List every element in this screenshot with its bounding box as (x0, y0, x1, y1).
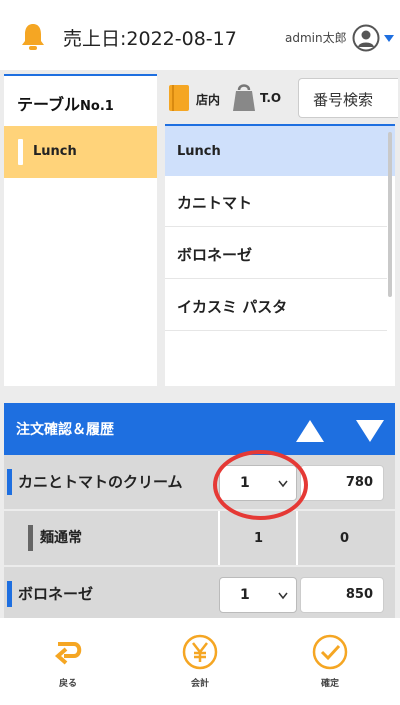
user-avatar-icon[interactable] (352, 24, 380, 52)
yen-icon (182, 634, 218, 670)
menu-list: Lunch カニトマト ボロネーゼ イカスミ パスタ (165, 124, 395, 386)
menu-item-label: ボロネーゼ (177, 246, 253, 264)
order-history-header: 注文確認＆履歴 (4, 403, 395, 455)
price-value: 780 (345, 475, 373, 490)
search-label: 番号検索 (313, 91, 374, 109)
table-tab[interactable]: テーブルNo.1 (4, 74, 157, 124)
confirm-label: 確定 (320, 679, 339, 689)
takeout-bag-icon[interactable] (231, 81, 257, 113)
order-title: 注文確認＆履歴 (16, 422, 114, 438)
order-item-name: ボロネーゼ (18, 585, 94, 603)
order-option-name: 麺通常 (40, 530, 82, 546)
price-value: 850 (345, 587, 373, 602)
price-field[interactable]: 850 (300, 577, 384, 613)
menu-item[interactable]: イカスミ パスタ (165, 280, 387, 331)
return-arrow-icon (54, 642, 82, 665)
category-indicator (18, 139, 23, 165)
menu-item-label: イカスミ パスタ (177, 298, 288, 316)
quantity-select[interactable]: 1 (219, 577, 297, 613)
left-panel: テーブルNo.1 Lunch (4, 74, 157, 386)
store-book-icon[interactable] (168, 84, 190, 112)
checkmark-circle-icon (312, 634, 348, 670)
user-name[interactable]: admin太郎 (285, 29, 347, 46)
number-search-button[interactable]: 番号検索 (298, 78, 398, 118)
category-item-lunch[interactable]: Lunch (4, 126, 157, 178)
checkout-label: 会計 (190, 679, 209, 689)
order-item-name: カニとトマトのクリーム (18, 473, 183, 491)
table-label: テーブルNo.1 (17, 95, 114, 114)
scroll-down-icon[interactable] (354, 418, 386, 444)
price-field[interactable]: 780 (300, 465, 384, 501)
cell-divider (218, 511, 220, 565)
checkout-button[interactable]: 会計 (160, 634, 240, 694)
menu-category-label: Lunch (177, 144, 221, 159)
row-indicator (7, 469, 12, 495)
store-label[interactable]: 店内 (196, 91, 220, 108)
chevron-down-icon[interactable] (383, 33, 395, 43)
quantity-value: 1 (240, 587, 250, 603)
cell-divider (296, 511, 298, 565)
order-option-row: 麺通常 1 0 (4, 511, 395, 565)
scroll-up-icon[interactable] (294, 418, 326, 444)
menu-item[interactable]: カニトマト (165, 176, 387, 227)
row-indicator (7, 581, 12, 607)
back-label: 戻る (58, 679, 77, 689)
back-button[interactable]: 戻る (28, 634, 108, 694)
chevron-down-icon (278, 592, 288, 600)
order-row: ボロネーゼ 1 850 (4, 567, 395, 621)
category-label: Lunch (33, 144, 77, 159)
bell-icon[interactable] (20, 22, 46, 52)
footer-bar: 戻る 会計 確定 (0, 618, 400, 705)
menu-item-label: カニトマト (177, 194, 253, 212)
row-indicator (28, 525, 33, 551)
menu-scrollbar[interactable] (388, 132, 392, 297)
app-header: 売上日:2022-08-17 admin太郎 (0, 0, 400, 70)
menu-category-header: Lunch (165, 126, 395, 176)
confirm-button[interactable]: 確定 (290, 634, 370, 694)
sales-date: 売上日:2022-08-17 (63, 28, 237, 50)
order-row: カニとトマトのクリーム 1 780 (4, 455, 395, 509)
menu-item[interactable]: ボロネーゼ (165, 228, 387, 279)
price-value: 0 (340, 531, 350, 546)
takeout-label[interactable]: T.O (260, 91, 281, 105)
highlight-circle (213, 450, 308, 520)
quantity-value: 1 (254, 531, 264, 546)
